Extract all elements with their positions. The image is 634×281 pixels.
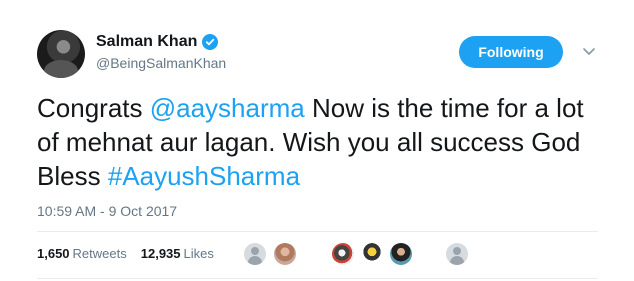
tweet-timestamp[interactable]: 10:59 AM - 9 Oct 2017 [37,203,177,219]
tweet-text: Congrats @aaysharma Now is the time for … [37,91,597,193]
divider [37,231,598,232]
author-handle[interactable]: @BeingSalmanKhan [96,55,226,71]
retweets-count: 1,650 [37,246,70,261]
liker-avatar[interactable] [390,243,412,265]
hashtag-link[interactable]: #AayushSharma [108,161,300,191]
verified-badge-icon [202,34,219,50]
likes-label: Likes [183,246,214,261]
avatar[interactable] [37,30,85,78]
liker-avatar[interactable] [274,243,296,265]
liker-avatar[interactable] [332,243,354,265]
retweets-stat[interactable]: 1,650 Retweets [37,246,127,261]
tweet-stats: 1,650 Retweets 12,935 Likes [37,246,214,261]
divider [37,278,598,279]
retweets-label: Retweets [72,246,127,261]
following-button[interactable]: Following [459,36,563,68]
likes-stat[interactable]: 12,935 Likes [141,246,214,261]
likes-count: 12,935 [140,246,181,261]
liker-avatar[interactable] [446,243,468,265]
liker-avatar[interactable] [361,243,383,265]
chevron-down-icon[interactable] [582,44,596,58]
liker-avatar[interactable] [244,243,266,265]
author-name[interactable]: Salman Khan [96,33,197,51]
mention-link[interactable]: @aaysharma [150,93,305,123]
tweet-text-part: Congrats [37,93,150,123]
author-name-row: Salman Khan [96,33,219,51]
